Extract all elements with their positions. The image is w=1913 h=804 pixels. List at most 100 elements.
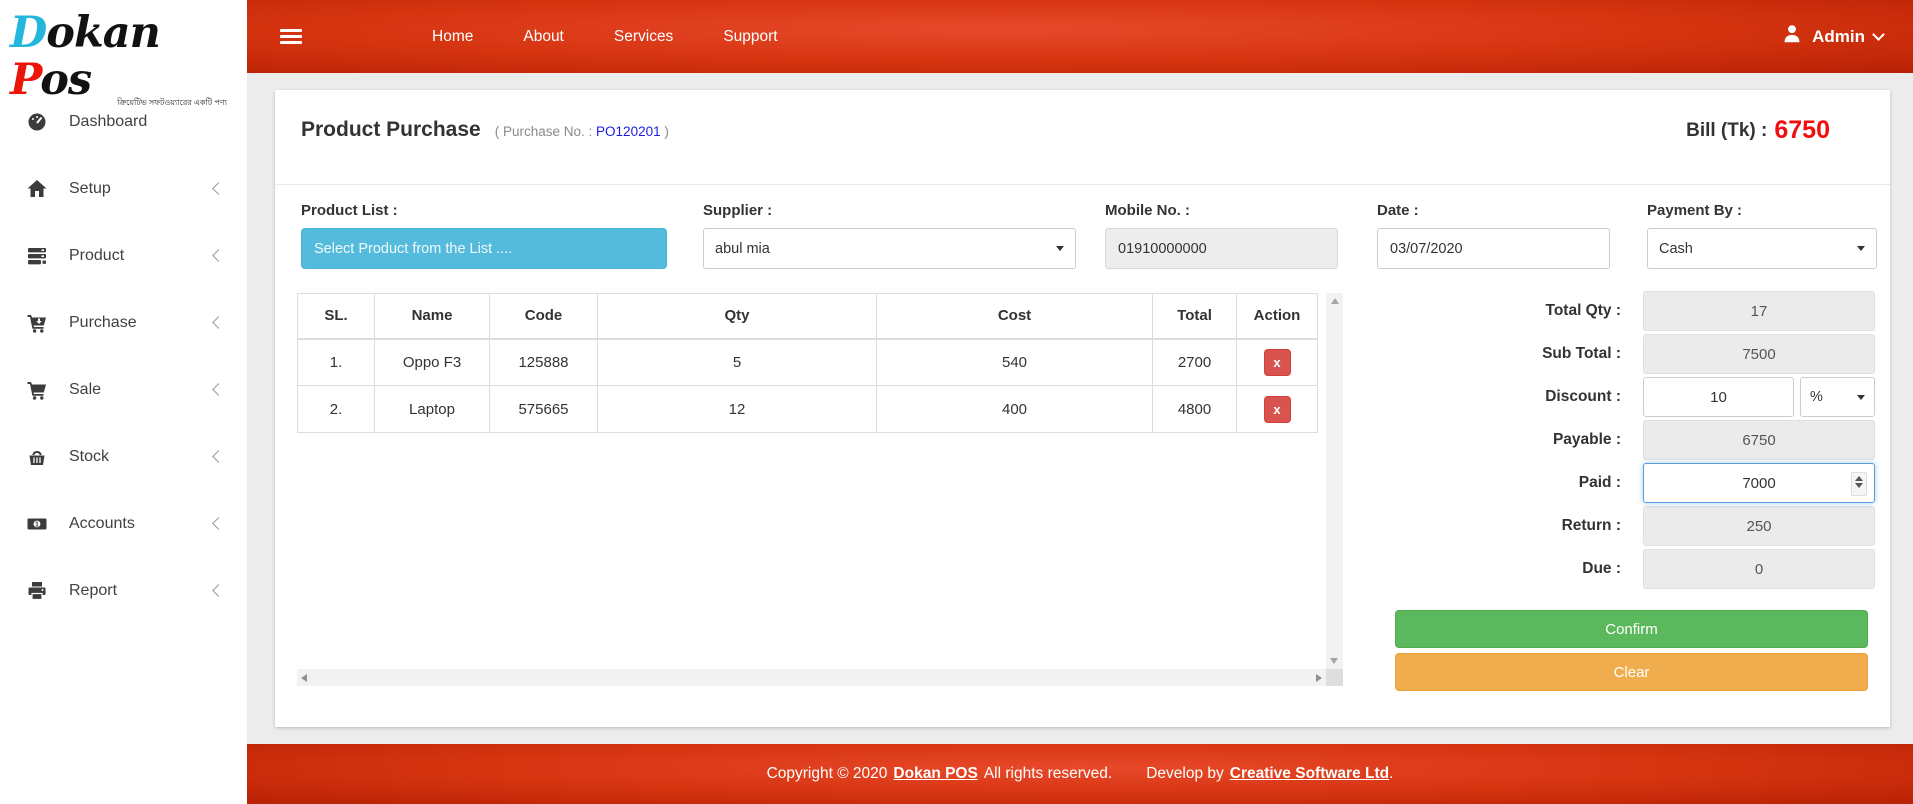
confirm-button[interactable]: Confirm (1395, 610, 1868, 648)
rights-text: All rights reserved. (984, 765, 1112, 783)
sidebar-item-dashboard[interactable]: Dashboard (0, 88, 247, 155)
total-qty-value: 17 (1643, 291, 1875, 331)
number-spinner[interactable] (1851, 472, 1867, 496)
mobile-label: Mobile No. : (1105, 202, 1338, 219)
supplier-selected-value: abul mia (715, 241, 770, 257)
company-link[interactable]: Creative Software Ltd (1230, 765, 1389, 783)
cell-total: 4800 (1153, 386, 1237, 433)
sidebar-item-label: Accounts (69, 515, 135, 533)
summary-row-paid: Paid : (1395, 463, 1875, 503)
col-header-total: Total (1153, 294, 1237, 339)
app-logo[interactable]: Dokan Pos ক্রিয়েটিভ সফটওয়্যারের একটি প… (0, 0, 247, 86)
chevron-left-icon (212, 584, 225, 597)
home-icon (26, 179, 52, 199)
paid-label: Paid : (1395, 474, 1643, 492)
product-list-input[interactable] (301, 228, 667, 269)
mobile-input[interactable] (1105, 228, 1338, 269)
cell-name: Laptop (375, 386, 490, 433)
chevron-left-icon (212, 450, 225, 463)
delete-row-button[interactable]: x (1264, 396, 1291, 423)
cell-sl: 1. (298, 339, 375, 386)
spinner-up-icon[interactable] (1855, 476, 1863, 481)
cell-code: 575665 (490, 386, 598, 433)
due-label: Due : (1395, 560, 1643, 578)
sidebar-item-label: Purchase (69, 314, 137, 332)
cell-sl: 2. (298, 386, 375, 433)
scroll-up-arrow-icon[interactable] (1331, 298, 1339, 304)
cell-cost: 540 (877, 339, 1153, 386)
sidebar-item-accounts[interactable]: 1 Accounts (0, 490, 247, 557)
due-value: 0 (1643, 549, 1875, 589)
product-list-label: Product List : (301, 202, 667, 219)
payment-select[interactable]: Cash (1647, 228, 1877, 269)
nav-menu: Home About Services Support (432, 28, 778, 46)
sidebar-item-label: Report (69, 582, 117, 600)
sidebar-item-stock[interactable]: Stock (0, 423, 247, 490)
select-caret-icon (1857, 246, 1865, 251)
summary-row-return: Return : 250 (1395, 506, 1875, 546)
supplier-label: Supplier : (703, 202, 1076, 219)
cell-total: 2700 (1153, 339, 1237, 386)
col-header-cost: Cost (877, 294, 1153, 339)
sidebar-item-sale[interactable]: Sale (0, 356, 247, 423)
return-label: Return : (1395, 517, 1643, 535)
delete-row-button[interactable]: x (1264, 349, 1291, 376)
purchase-no-link[interactable]: PO120201 (596, 124, 661, 139)
chevron-left-icon (212, 182, 225, 195)
paid-input-wrap (1643, 463, 1875, 503)
supplier-field: Supplier : abul mia (703, 202, 1076, 269)
sidebar-item-report[interactable]: Report (0, 557, 247, 624)
spinner-down-icon[interactable] (1855, 483, 1863, 488)
return-value: 250 (1643, 506, 1875, 546)
summary-row-sub-total: Sub Total : 7500 (1395, 334, 1875, 374)
purchase-no: ( Purchase No. : PO120201 ) (495, 124, 669, 139)
chevron-left-icon (212, 383, 225, 396)
content-area: Product Purchase ( Purchase No. : PO1202… (247, 73, 1913, 744)
sidebar-item-product[interactable]: Product (0, 222, 247, 289)
paid-input[interactable] (1644, 464, 1874, 502)
sidebar-menu: Dashboard Setup Product Purchase (0, 88, 247, 624)
chevron-left-icon (212, 517, 225, 530)
discount-input[interactable] (1643, 377, 1794, 417)
user-name: Admin (1812, 27, 1865, 47)
summary-row-discount: Discount : % (1395, 377, 1875, 417)
svg-text:1: 1 (35, 521, 39, 528)
nav-item-home[interactable]: Home (432, 28, 473, 46)
nav-item-services[interactable]: Services (614, 28, 673, 46)
nav-item-about[interactable]: About (523, 28, 564, 46)
chevron-left-icon (212, 249, 225, 262)
date-input[interactable] (1377, 228, 1610, 269)
basket-icon (26, 447, 52, 467)
scroll-right-arrow-icon[interactable] (1316, 674, 1322, 682)
scroll-down-arrow-icon[interactable] (1330, 658, 1338, 664)
cell-qty: 12 (598, 386, 877, 433)
payment-label: Payment By : (1647, 202, 1877, 219)
hamburger-menu-icon[interactable] (280, 26, 302, 47)
scroll-left-arrow-icon[interactable] (301, 674, 307, 682)
bill-total: Bill (Tk) : 6750 (1686, 116, 1830, 145)
mobile-field: Mobile No. : (1105, 202, 1338, 269)
table-row: 2. Laptop 575665 12 400 4800 x (298, 386, 1318, 433)
discount-unit-select[interactable]: % (1800, 377, 1875, 417)
select-caret-icon (1857, 395, 1865, 400)
dashboard-icon (26, 112, 52, 132)
copyright-text: Copyright © 2020 (767, 765, 888, 783)
supplier-select[interactable]: abul mia (703, 228, 1076, 269)
nav-item-support[interactable]: Support (723, 28, 777, 46)
payment-selected-value: Cash (1659, 241, 1693, 257)
sidebar-item-purchase[interactable]: Purchase (0, 289, 247, 356)
payable-label: Payable : (1395, 431, 1643, 449)
purchase-summary: Total Qty : 17 Sub Total : 7500 Discount… (1395, 291, 1875, 592)
sidebar-item-setup[interactable]: Setup (0, 155, 247, 222)
brand-link[interactable]: Dokan POS (893, 765, 977, 783)
clear-button[interactable]: Clear (1395, 653, 1868, 691)
vertical-scrollbar[interactable] (1326, 293, 1343, 669)
user-menu[interactable]: Admin (1781, 23, 1883, 50)
cell-qty: 5 (598, 339, 877, 386)
horizontal-scrollbar[interactable] (297, 669, 1326, 686)
chevron-down-icon (1872, 28, 1885, 41)
cell-name: Oppo F3 (375, 339, 490, 386)
top-navbar: Home About Services Support Admin (247, 0, 1913, 73)
cell-code: 125888 (490, 339, 598, 386)
user-icon (1781, 23, 1803, 50)
